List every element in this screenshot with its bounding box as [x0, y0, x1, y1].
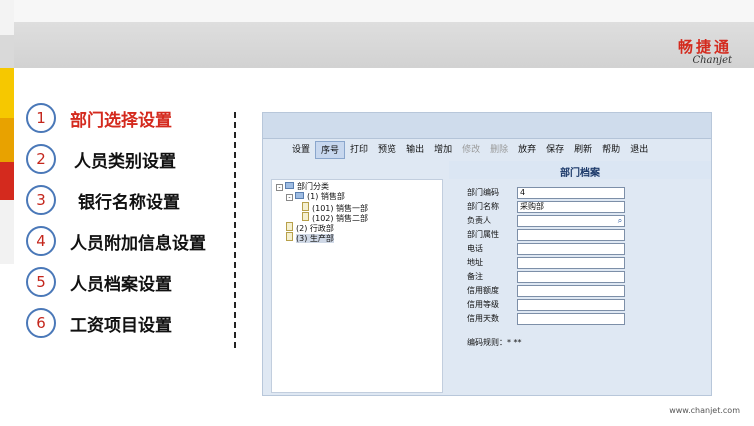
- tree-toggle-icon[interactable]: -: [286, 194, 293, 201]
- tree-node-label: (3) 生产部: [296, 234, 334, 243]
- tree-node[interactable]: - (1) 销售部: [286, 192, 345, 202]
- menu-item-label: 人员类别设置: [74, 152, 176, 172]
- dashed-divider: [234, 112, 236, 348]
- side-color-strip: [0, 0, 14, 35]
- toolbar-button[interactable]: 增加: [429, 141, 457, 159]
- tree-node[interactable]: - 部门分类: [276, 182, 329, 192]
- toolbar-button[interactable]: 刷新: [569, 141, 597, 159]
- brand-name-cn: 畅捷通: [677, 38, 732, 56]
- form-title: 部门档案: [560, 168, 600, 179]
- folder-icon: [295, 192, 304, 199]
- slide-header: [0, 0, 754, 68]
- folder-icon: [285, 182, 294, 189]
- field-label: 信用天数: [467, 314, 499, 323]
- field-input[interactable]: [517, 271, 625, 283]
- document-icon: [302, 202, 309, 211]
- header-top-strip: [0, 0, 754, 22]
- code-rule: 编码规则：* **: [467, 338, 522, 347]
- menu-item-number-badge: 1: [26, 103, 56, 133]
- field-input[interactable]: [517, 299, 625, 311]
- field-label: 部门名称: [467, 202, 499, 211]
- department-tree: - 部门分类 - (1) 销售部 (101) 销售一部 (102) 销售二部 (2) 行政部…: [271, 179, 443, 393]
- side-color-strip: [0, 118, 14, 162]
- toolbar-button[interactable]: 保存: [541, 141, 569, 159]
- menu-item-label: 人员档案设置: [70, 275, 172, 295]
- field-input[interactable]: [517, 257, 625, 269]
- document-icon: [286, 232, 293, 241]
- tree-toggle-icon[interactable]: -: [276, 184, 283, 191]
- toolbar-button[interactable]: 预览: [373, 141, 401, 159]
- menu-item-number-badge: 6: [26, 308, 56, 338]
- toolbar-button[interactable]: 打印: [345, 141, 373, 159]
- side-color-strip: [0, 35, 14, 68]
- field-input[interactable]: [517, 313, 625, 325]
- side-color-strip: [0, 200, 14, 264]
- side-color-strip: [0, 68, 14, 118]
- field-label: 信用等级: [467, 300, 499, 309]
- field-label: 电话: [467, 244, 483, 253]
- header-band-gradient: [0, 22, 754, 68]
- menu-item-label: 工资项目设置: [70, 316, 172, 336]
- toolbar-button[interactable]: 输出: [401, 141, 429, 159]
- toolbar: 设置 序号 打印 预览 输出 增加 修改 删除 放弃 保存 刷新 帮助 退出: [287, 141, 653, 159]
- field-label: 地址: [467, 258, 483, 267]
- field-label: 信用额度: [467, 286, 499, 295]
- document-icon: [302, 212, 309, 221]
- field-input[interactable]: [517, 229, 625, 241]
- field-input[interactable]: 4: [517, 187, 625, 199]
- footer-url: www.chanjet.com: [669, 406, 740, 415]
- side-color-strip: [0, 162, 14, 200]
- menu-item-label: 人员附加信息设置: [70, 234, 206, 254]
- field-label: 部门编码: [467, 188, 499, 197]
- menu-item-label: 部门选择设置: [70, 111, 172, 131]
- field-input[interactable]: 采购部: [517, 201, 625, 213]
- menu-item-number-badge: 5: [26, 267, 56, 297]
- tree-node[interactable]: (101) 销售一部: [302, 202, 368, 213]
- tree-node-label: 部门分类: [297, 182, 329, 191]
- field-label: 负责人: [467, 216, 491, 225]
- tree-node[interactable]: (102) 销售二部: [302, 212, 368, 223]
- tree-node[interactable]: (2) 行政部: [286, 222, 334, 233]
- toolbar-button[interactable]: 放弃: [513, 141, 541, 159]
- toolbar-button[interactable]: 帮助: [597, 141, 625, 159]
- toolbar-button[interactable]: 修改: [457, 141, 485, 159]
- toolbar-button[interactable]: 删除: [485, 141, 513, 159]
- toolbar-button[interactable]: 设置: [287, 141, 315, 159]
- lookup-icon[interactable]: ⌕: [615, 216, 625, 226]
- menu-item-label: 银行名称设置: [78, 193, 180, 213]
- form-title-bar: 部门档案: [449, 161, 711, 179]
- field-input[interactable]: [517, 243, 625, 255]
- menu-item-number-badge: 4: [26, 226, 56, 256]
- toolbar-button[interactable]: 退出: [625, 141, 653, 159]
- menu-item-number-badge: 2: [26, 144, 56, 174]
- toolbar-button[interactable]: 序号: [315, 141, 346, 159]
- field-label: 备注: [467, 272, 483, 281]
- menu-item-number-badge: 3: [26, 185, 56, 215]
- tree-node[interactable]: (3) 生产部: [286, 232, 334, 243]
- brand-logo: 畅捷通 Chanjet: [678, 36, 732, 66]
- field-input[interactable]: [517, 215, 625, 227]
- field-label: 部门属性: [467, 230, 499, 239]
- field-input[interactable]: [517, 285, 625, 297]
- document-icon: [286, 222, 293, 231]
- department-archive-window: 设置 序号 打印 预览 输出 增加 修改 删除 放弃 保存 刷新 帮助 退出 部门档案 - 部门分类 - (1…: [262, 112, 712, 396]
- tree-node-label: (1) 销售部: [307, 192, 345, 201]
- window-top-bar: [263, 113, 711, 139]
